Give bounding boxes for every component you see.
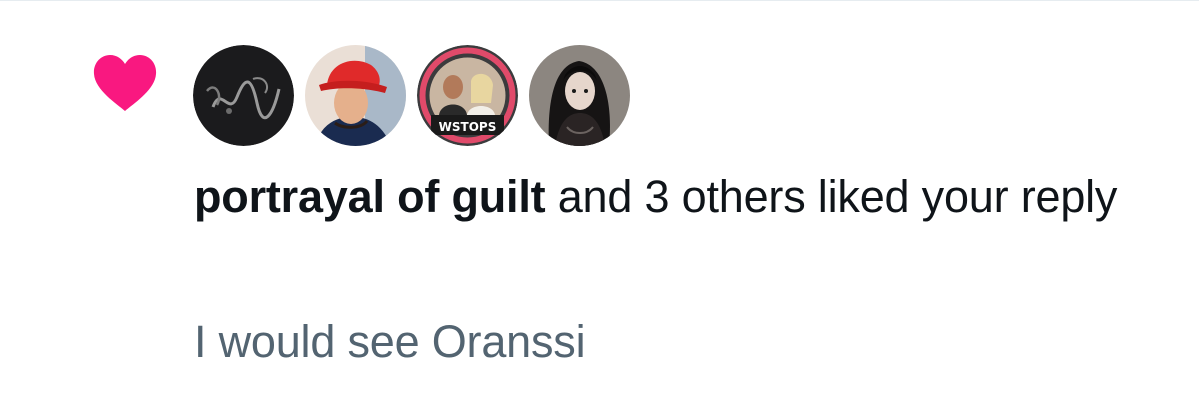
avatar-1[interactable] — [193, 45, 294, 146]
notification-text: portrayal of guilt and 3 others liked yo… — [194, 165, 1124, 229]
avatar-3[interactable]: WSTOPS — [417, 45, 518, 146]
action-text: and 3 others liked your reply — [545, 171, 1118, 222]
heart-icon — [93, 55, 157, 111]
avatar-4[interactable] — [529, 45, 630, 146]
reply-preview[interactable]: I would see Oranssi — [194, 314, 586, 370]
liker-avatars: WSTOPS — [193, 45, 630, 147]
avatar-2[interactable] — [305, 45, 406, 146]
actor-name-link[interactable]: portrayal of guilt — [194, 171, 546, 222]
like-notification[interactable]: WSTOPS portrayal of guilt and 3 others l… — [0, 0, 1199, 394]
svg-text:WSTOPS: WSTOPS — [439, 120, 497, 134]
